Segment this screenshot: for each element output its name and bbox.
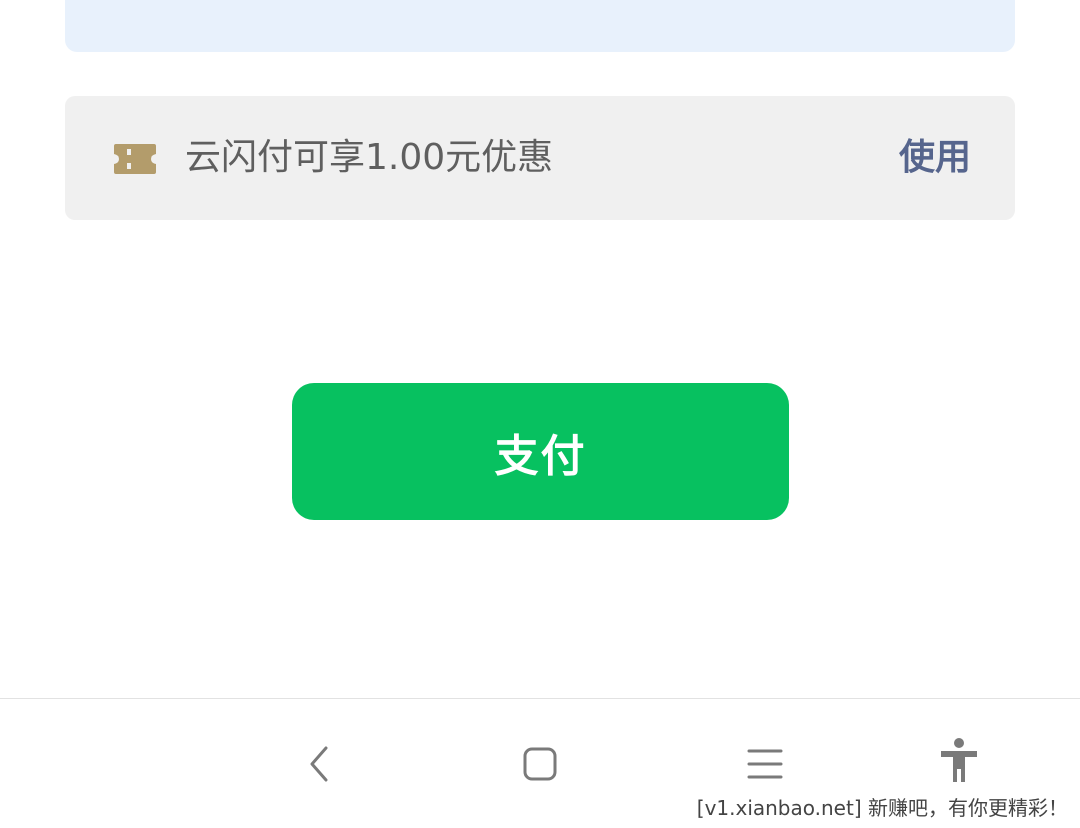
info-card (65, 0, 1015, 52)
use-coupon-button[interactable]: 使用 (899, 96, 971, 220)
coupon-description: 云闪付可享1.00元优惠 (185, 137, 554, 178)
recent-apps-icon[interactable] (735, 734, 795, 794)
pay-button[interactable]: 支付 (292, 383, 789, 520)
accessibility-icon[interactable] (929, 734, 989, 794)
ticket-icon (114, 144, 156, 174)
coupon-row[interactable]: 云闪付可享1.00元优惠 使用 (65, 96, 1015, 220)
watermark-text: [v1.xianbao.net] 新赚吧，有你更精彩！ (696, 796, 1068, 820)
payment-page: 云闪付可享1.00元优惠 使用 支付 [v1.xianbao.net] 新赚吧，… (0, 0, 1080, 828)
back-icon[interactable] (290, 734, 350, 794)
home-icon[interactable] (510, 734, 570, 794)
system-navigation-bar: [v1.xianbao.net] 新赚吧，有你更精彩！ (0, 698, 1080, 828)
